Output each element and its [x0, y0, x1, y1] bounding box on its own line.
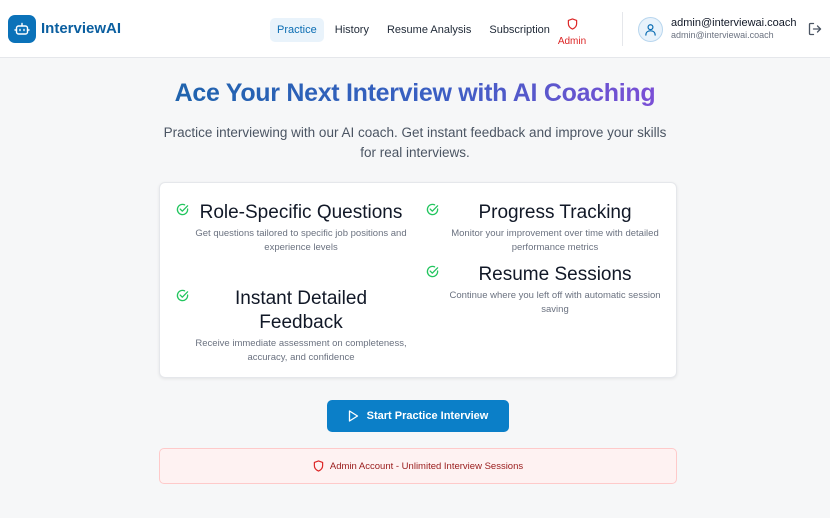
user-name: admin@interviewai.coach	[671, 17, 797, 29]
top-navbar: InterviewAI Practice History Resume Anal…	[0, 0, 830, 58]
nav-admin-label: Admin	[557, 36, 587, 47]
robot-icon[interactable]	[8, 15, 36, 43]
app-title[interactable]: InterviewAI	[41, 20, 121, 37]
hero-title-text: Ace Your Next Interview with AI Coaching	[174, 79, 656, 107]
check-circle-icon	[426, 203, 439, 216]
feature-description: Continue where you left off with automat…	[449, 290, 661, 315]
feature-resume-sessions: Resume Sessions Continue where you left …	[426, 263, 666, 316]
user-icon	[645, 24, 656, 36]
logout-icon[interactable]	[808, 22, 822, 41]
hero-subtitle: Practice interviewing with our AI coach.…	[163, 125, 667, 160]
feature-instant-feedback: Instant Detailed Feedback Receive immedi…	[176, 287, 408, 364]
main-nav: Practice History Resume Analysis Subscri…	[270, 17, 561, 42]
feature-description: Receive immediate assessment on complete…	[195, 338, 407, 363]
feature-title: Instant Detailed Feedback	[234, 288, 368, 333]
nav-resume-analysis[interactable]: Resume Analysis	[380, 18, 478, 42]
admin-banner-text: Admin Account - Unlimited Interview Sess…	[329, 460, 524, 472]
check-circle-icon	[176, 203, 189, 216]
start-practice-label: Start Practice Interview	[366, 410, 489, 422]
check-circle-icon	[426, 265, 439, 278]
nav-practice[interactable]: Practice	[270, 17, 324, 42]
feature-title: Role-Specific Questions	[199, 202, 403, 223]
feature-title: Resume Sessions	[478, 264, 632, 285]
shield-icon	[313, 460, 324, 472]
feature-title: Progress Tracking	[478, 202, 632, 223]
play-icon	[348, 410, 358, 422]
admin-banner: Admin Account - Unlimited Interview Sess…	[159, 448, 677, 484]
feature-progress-tracking: Progress Tracking Monitor your improveme…	[426, 201, 666, 254]
nav-admin[interactable]: Admin	[557, 17, 587, 47]
user-email: admin@interviewai.coach	[671, 30, 774, 40]
check-circle-icon	[176, 289, 189, 302]
nav-history[interactable]: History	[328, 18, 376, 42]
header-divider	[622, 12, 623, 46]
hero-title: Ace Your Next Interview with AI Coaching	[0, 79, 830, 108]
nav-subscription[interactable]: Subscription	[482, 18, 557, 42]
feature-role-specific: Role-Specific Questions Get questions ta…	[176, 201, 408, 254]
shield-icon	[567, 18, 577, 30]
feature-description: Monitor your improvement over time with …	[451, 228, 659, 253]
feature-description: Get questions tailored to specific job p…	[195, 228, 407, 253]
user-avatar[interactable]	[638, 17, 663, 42]
start-practice-button[interactable]: Start Practice Interview	[327, 400, 509, 432]
